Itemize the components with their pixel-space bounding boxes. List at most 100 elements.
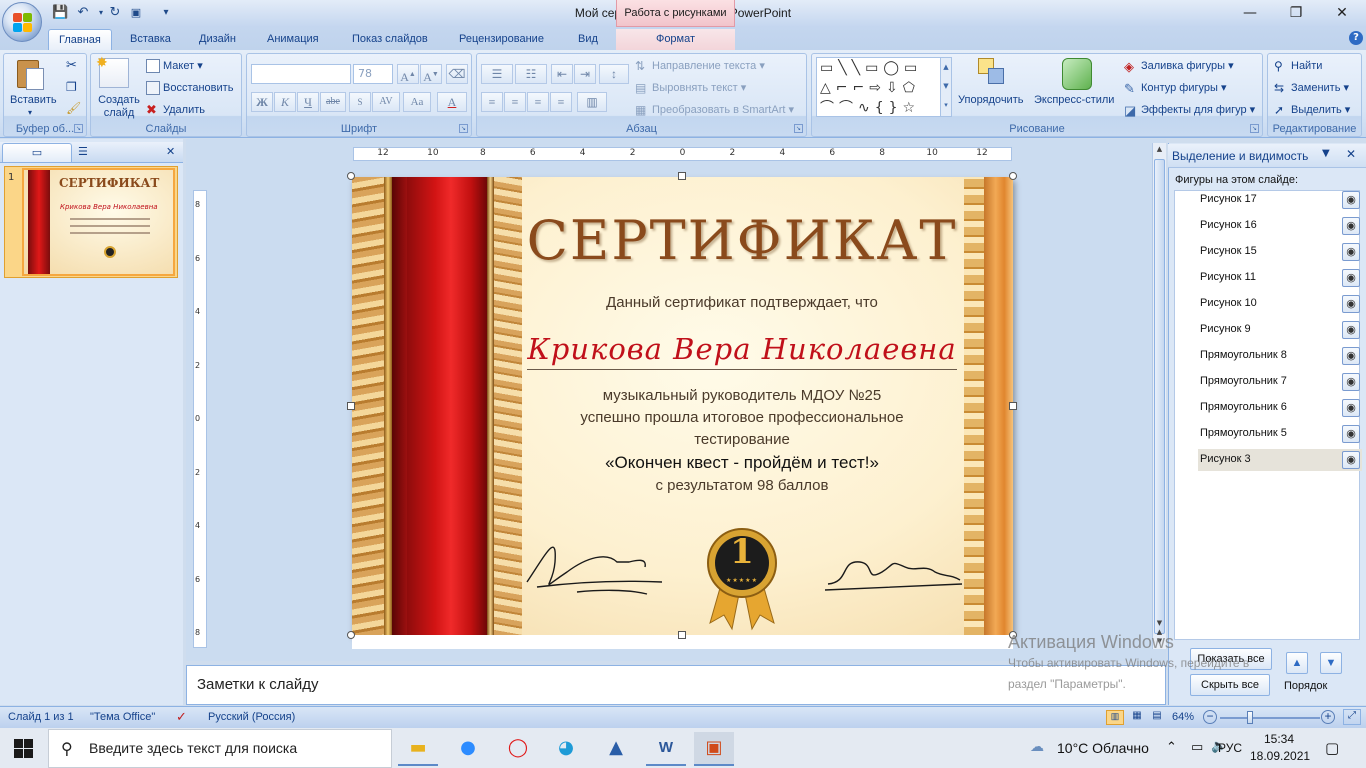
reset-button[interactable]: Восстановить <box>146 81 233 95</box>
close-slides-pane-icon[interactable]: ✕ <box>166 145 175 158</box>
visibility-eye-icon[interactable]: ◉ <box>1342 295 1360 313</box>
clear-format-icon[interactable]: ⌫ <box>446 64 468 84</box>
copy-icon[interactable]: ❐ <box>66 80 77 94</box>
tab-slideshow[interactable]: Показ слайдов <box>342 29 438 50</box>
font-color-button[interactable]: A <box>437 92 467 112</box>
numbering-icon[interactable]: ☷ <box>515 64 547 84</box>
increase-indent-icon[interactable]: ⇥ <box>574 64 596 84</box>
recipient-name[interactable]: Крикова Вера Николаевна <box>527 332 957 366</box>
shape-effects-button[interactable]: ◪ Эффекты для фигур ▾ <box>1124 103 1255 118</box>
align-center-icon[interactable]: ≡ <box>504 92 526 112</box>
italic-button[interactable]: К <box>274 92 296 112</box>
shape-list-item[interactable]: Рисунок 16 ◉ <box>1198 215 1362 237</box>
scroll-thumb[interactable] <box>1154 159 1165 634</box>
bold-button[interactable]: Ж <box>251 92 273 112</box>
resize-handle-sw[interactable] <box>347 631 355 639</box>
bullets-icon[interactable]: ☰ <box>481 64 513 84</box>
shape-list-item[interactable]: Рисунок 10 ◉ <box>1198 293 1362 315</box>
change-case-button[interactable]: Aa <box>403 92 431 112</box>
tab-slides-thumbnails[interactable]: ▭ <box>2 143 72 162</box>
line-spacing-icon[interactable]: ↕ <box>599 64 629 84</box>
tab-animation[interactable]: Анимация <box>257 29 329 50</box>
shape-list-item[interactable]: Рисунок 9 ◉ <box>1198 319 1362 341</box>
tab-review[interactable]: Рецензирование <box>449 29 554 50</box>
new-slide-button[interactable]: Создать слайд <box>96 94 142 120</box>
align-right-icon[interactable]: ≡ <box>527 92 549 112</box>
certificate-subtitle[interactable]: Данный сертификат подтверждает, что <box>522 294 962 311</box>
shape-list-item[interactable]: Прямоугольник 6 ◉ <box>1198 397 1362 419</box>
scroll-up-icon[interactable]: ▲ <box>1154 145 1165 157</box>
taskbar-search-box[interactable]: ⚲ Введите здесь текст для поиска <box>48 729 392 768</box>
clipboard-launcher-icon[interactable]: ↘ <box>74 124 83 133</box>
slide-canvas[interactable]: СЕРТИФИКАТ Данный сертификат подтверждае… <box>352 177 1013 635</box>
save-icon[interactable]: 💾 <box>52 5 68 21</box>
smartart-button[interactable]: ▦ Преобразовать в SmartArt ▾ <box>635 103 794 117</box>
status-language[interactable]: Русский (Россия) <box>208 711 295 723</box>
resize-handle-e[interactable] <box>1009 402 1017 410</box>
visibility-eye-icon[interactable]: ◉ <box>1342 347 1360 365</box>
visibility-eye-icon[interactable]: ◉ <box>1342 425 1360 443</box>
cut-icon[interactable]: ✂ <box>66 58 77 73</box>
columns-icon[interactable]: ▥ <box>577 92 607 112</box>
shapes-gallery-scroll[interactable]: ▲ ▼ ▾ <box>940 57 952 117</box>
drawing-launcher-icon[interactable]: ↘ <box>1250 124 1259 133</box>
normal-view-icon[interactable]: ▥ <box>1106 710 1124 725</box>
shape-list-item[interactable]: Рисунок 11 ◉ <box>1198 267 1362 289</box>
text-direction-button[interactable]: ⇅ Направление текста ▾ <box>635 59 765 73</box>
zoom-out-icon[interactable]: − <box>1203 710 1217 724</box>
certificate-body[interactable]: музыкальный руководитель МДОУ №25 успешн… <box>522 385 962 497</box>
office-button[interactable] <box>2 2 42 42</box>
shape-list-item[interactable]: Прямоугольник 8 ◉ <box>1198 345 1362 367</box>
grow-font-icon[interactable]: A▲ <box>397 64 419 84</box>
file-explorer-icon[interactable]: ▬ <box>398 732 438 766</box>
bring-forward-icon[interactable]: ▲ <box>1286 652 1308 674</box>
notifications-icon[interactable]: ▢ <box>1325 739 1339 757</box>
visibility-eye-icon[interactable]: ◉ <box>1342 191 1360 209</box>
shapes-gallery[interactable]: ▭╲╲▭◯▭ △⌐⌐⇨⇩⬠ ⌒⌒∿{}☆ <box>816 57 952 117</box>
tab-outline[interactable]: ☰ <box>78 145 88 158</box>
replace-button[interactable]: ⇆ Заменить ▾ <box>1274 81 1349 95</box>
shape-fill-button[interactable]: ◈ Заливка фигуры ▾ <box>1124 59 1234 74</box>
tab-home[interactable]: Главная <box>48 29 112 50</box>
resize-handle-s[interactable] <box>678 631 686 639</box>
quick-styles-icon[interactable] <box>1062 58 1092 90</box>
zoom-level[interactable]: 64% <box>1172 711 1194 723</box>
visibility-eye-icon[interactable]: ◉ <box>1342 217 1360 235</box>
reading-view-icon[interactable]: ▤ <box>1148 710 1166 725</box>
format-painter-icon[interactable]: 🖌 <box>66 101 81 115</box>
send-backward-icon[interactable]: ▼ <box>1320 652 1342 674</box>
shape-list-item[interactable]: Прямоугольник 5 ◉ <box>1198 423 1362 445</box>
visibility-eye-icon[interactable]: ◉ <box>1342 373 1360 391</box>
powerpoint-icon[interactable]: ▣ <box>694 732 734 766</box>
shrink-font-icon[interactable]: A▼ <box>420 64 442 84</box>
restore-button[interactable]: ❐ <box>1273 0 1319 27</box>
resize-handle-nw[interactable] <box>347 172 355 180</box>
zoom-slider-track[interactable] <box>1220 717 1320 719</box>
word-icon[interactable]: W <box>646 732 686 766</box>
font-size-combo[interactable]: 78 <box>353 64 393 84</box>
tray-overflow-icon[interactable]: ⌃ <box>1166 740 1177 755</box>
shape-list-item[interactable]: Рисунок 3 ◉ <box>1198 449 1362 471</box>
tab-format[interactable]: Формат <box>616 29 735 50</box>
char-spacing-button[interactable]: AV <box>372 92 400 112</box>
zoom-app-icon[interactable]: ● <box>448 732 488 766</box>
layout-button[interactable]: Макет ▾ <box>146 59 203 74</box>
shape-list-item[interactable]: Рисунок 15 ◉ <box>1198 241 1362 263</box>
quick-styles-button[interactable]: Экспресс-стили <box>1034 94 1114 106</box>
shape-list-item[interactable]: Рисунок 17 ◉ <box>1198 189 1362 211</box>
paste-button[interactable]: Вставить <box>10 94 57 106</box>
zoom-in-icon[interactable]: + <box>1321 710 1335 724</box>
opera-icon[interactable]: ◯ <box>498 732 538 766</box>
vertical-scrollbar[interactable]: ▲ ▼ ▲ ▼ <box>1152 143 1166 649</box>
status-theme[interactable]: "Тема Office" <box>90 711 155 723</box>
justify-icon[interactable]: ≡ <box>550 92 572 112</box>
tab-insert[interactable]: Вставка <box>120 29 181 50</box>
visibility-eye-icon[interactable]: ◉ <box>1342 269 1360 287</box>
pane-menu-icon[interactable]: ▼ <box>1322 148 1330 159</box>
spellcheck-icon[interactable]: ✓ <box>176 709 187 725</box>
help-icon[interactable]: ? <box>1349 31 1363 45</box>
align-text-button[interactable]: ▤ Выровнять текст ▾ <box>635 81 746 95</box>
font-launcher-icon[interactable]: ↘ <box>459 124 468 133</box>
resize-handle-ne[interactable] <box>1009 172 1017 180</box>
select-button[interactable]: ➚ Выделить ▾ <box>1274 103 1350 117</box>
